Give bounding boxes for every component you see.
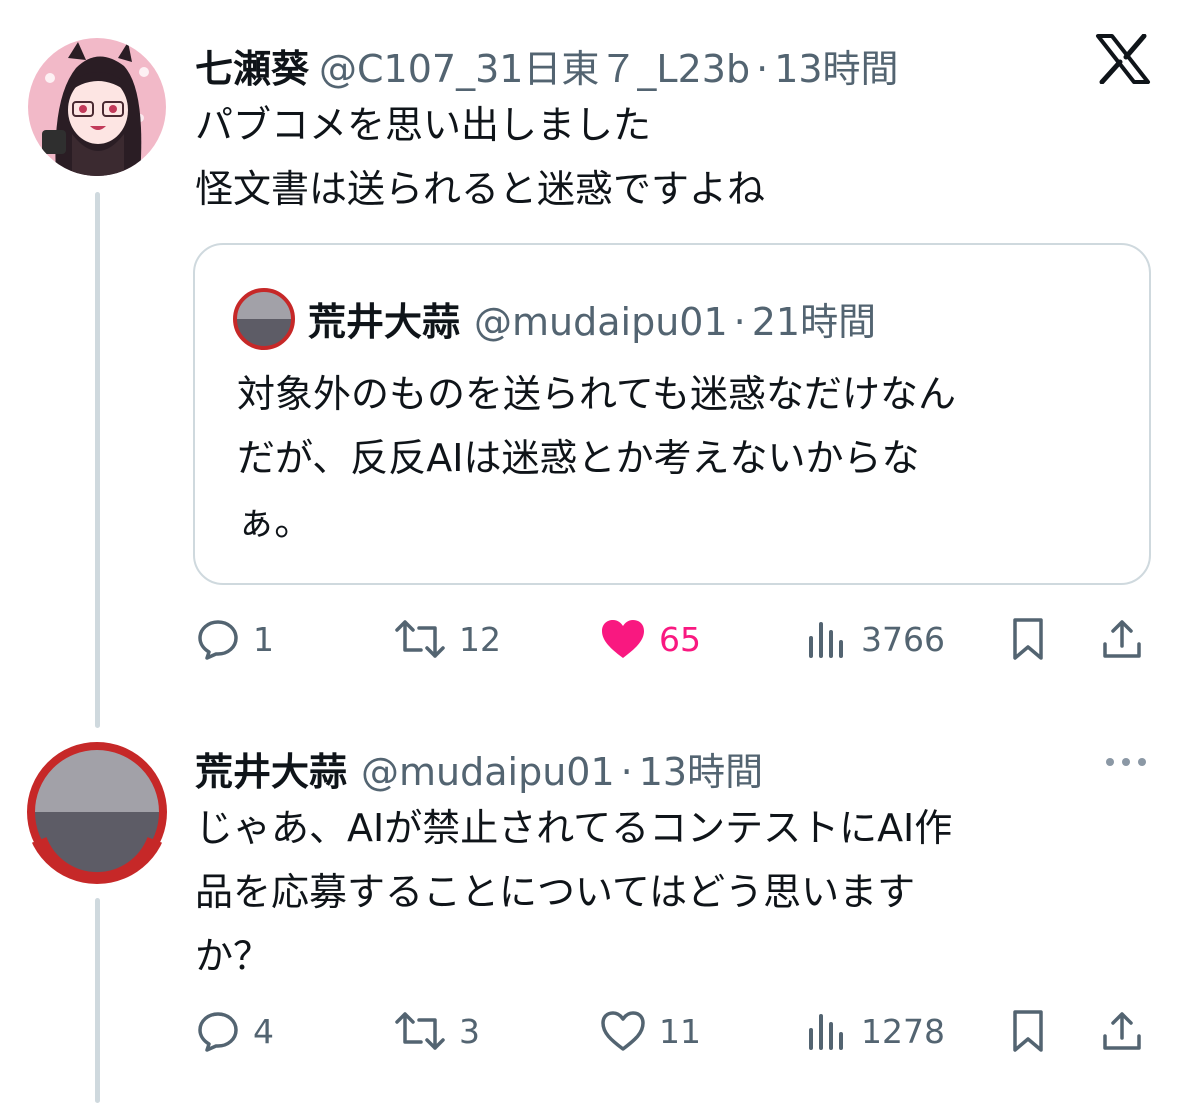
quote-avatar[interactable] bbox=[232, 287, 296, 351]
avatar-image bbox=[25, 740, 169, 884]
views-button[interactable]: 3766 bbox=[803, 604, 945, 674]
bookmark-button[interactable] bbox=[1005, 996, 1051, 1066]
repost-button[interactable]: 12 bbox=[393, 604, 501, 674]
x-logo-icon[interactable] bbox=[1095, 33, 1151, 85]
reply-icon bbox=[198, 1012, 238, 1052]
separator-dot: · bbox=[620, 750, 633, 794]
quote-timestamp: 21時間 bbox=[751, 300, 877, 344]
repost-count: 3 bbox=[459, 1011, 480, 1051]
reply-icon bbox=[198, 620, 238, 660]
tweet-text-line: パブコメを思い出しました bbox=[195, 103, 652, 147]
tweet-text: パブコメを思い出しました 怪文書は送られると迷惑ですよね bbox=[195, 93, 765, 221]
user-handle[interactable]: @mudaipu01 bbox=[361, 750, 615, 794]
separator-dot: · bbox=[756, 47, 769, 91]
view-count: 1278 bbox=[861, 1011, 945, 1051]
thread-line bbox=[95, 898, 100, 1103]
heart-filled-icon bbox=[602, 620, 644, 658]
quote-display-name: 荒井大蒜 bbox=[308, 300, 461, 344]
tweet-text-line: 品を応募することについてはどう思います bbox=[195, 870, 916, 914]
quote-text-line: だが、反反AIは迷惑とか考えないからな bbox=[237, 436, 920, 480]
tweet-actions: 1 12 65 3766 bbox=[195, 604, 1150, 674]
display-name[interactable]: 七瀬葵 bbox=[195, 38, 309, 93]
reply-count: 4 bbox=[253, 1011, 274, 1051]
repost-count: 12 bbox=[459, 619, 501, 659]
quoted-tweet-card[interactable]: 荒井大蒜 @mudaipu01 · 21時間 対象外のものを送られても迷惑なだけ… bbox=[193, 243, 1151, 585]
tweet-actions: 4 3 11 1278 bbox=[195, 996, 1150, 1066]
repost-icon bbox=[395, 1012, 445, 1050]
tweet-text: じゃあ、AIが禁止されてるコンテストにAI作 品を応募することについてはどう思い… bbox=[195, 796, 952, 988]
avatar[interactable] bbox=[28, 38, 166, 176]
quote-user-handle: @mudaipu01 bbox=[474, 300, 728, 344]
share-button[interactable] bbox=[1099, 604, 1145, 674]
tweet-header: 七瀬葵 @C107_31日東７_L23b · 13時間 bbox=[195, 38, 899, 93]
display-name[interactable]: 荒井大蒜 bbox=[195, 741, 347, 796]
reply-button[interactable]: 4 bbox=[195, 996, 274, 1066]
reply-count: 1 bbox=[253, 619, 274, 659]
share-icon bbox=[1103, 1012, 1141, 1050]
reply-button[interactable]: 1 bbox=[195, 604, 274, 674]
tweet-text-line: 怪文書は送られると迷惑ですよね bbox=[195, 167, 766, 211]
quote-text: 対象外のものを送られても迷惑なだけなん だが、反反AIは迷惑とか考えないからな … bbox=[237, 362, 956, 554]
heart-outline-icon bbox=[601, 1011, 645, 1051]
quote-header: 荒井大蒜 @mudaipu01 · 21時間 bbox=[308, 291, 876, 346]
share-button[interactable] bbox=[1099, 996, 1145, 1066]
like-count: 11 bbox=[659, 1011, 701, 1051]
share-icon bbox=[1103, 620, 1141, 658]
views-icon bbox=[809, 622, 843, 658]
separator-dot: · bbox=[733, 300, 746, 344]
quote-text-line: 対象外のものを送られても迷惑なだけなん bbox=[237, 372, 956, 416]
more-options-icon[interactable] bbox=[1102, 752, 1150, 772]
avatar-image bbox=[28, 38, 166, 176]
timestamp[interactable]: 13時間 bbox=[639, 741, 763, 796]
timestamp[interactable]: 13時間 bbox=[774, 38, 898, 93]
quote-text-line: ぁ。 bbox=[237, 500, 313, 544]
repost-button[interactable]: 3 bbox=[393, 996, 480, 1066]
view-count: 3766 bbox=[861, 619, 945, 659]
avatar[interactable] bbox=[25, 740, 169, 884]
like-button[interactable]: 11 bbox=[599, 996, 701, 1066]
user-handle[interactable]: @C107_31日東７_L23b bbox=[319, 38, 750, 93]
tweet-text-line: か？ bbox=[195, 934, 272, 978]
bookmark-icon bbox=[1013, 618, 1043, 660]
like-button[interactable]: 65 bbox=[599, 604, 701, 674]
bookmark-icon bbox=[1013, 1010, 1043, 1052]
tweet-header: 荒井大蒜 @mudaipu01 · 13時間 bbox=[195, 741, 763, 796]
repost-icon bbox=[395, 620, 445, 658]
thread-line bbox=[95, 192, 100, 728]
bookmark-button[interactable] bbox=[1005, 604, 1051, 674]
views-button[interactable]: 1278 bbox=[803, 996, 945, 1066]
like-count: 65 bbox=[659, 619, 701, 659]
quote-avatar-image bbox=[232, 287, 296, 351]
tweet-text-line: じゃあ、AIが禁止されてるコンテストにAI作 bbox=[195, 806, 953, 850]
views-icon bbox=[809, 1014, 843, 1050]
